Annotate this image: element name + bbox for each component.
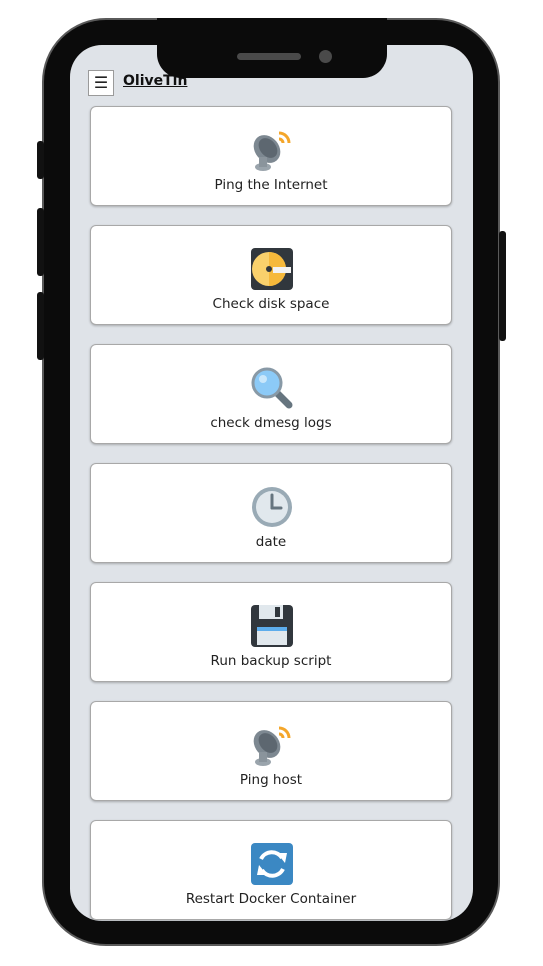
- action-button-restart-docker-container[interactable]: Restart Docker Container: [90, 820, 452, 920]
- satellite-dish-icon: [253, 726, 291, 766]
- action-label: Restart Docker Container: [185, 891, 357, 907]
- action-label: check dmesg logs: [210, 415, 332, 431]
- action-button-date[interactable]: date: [90, 463, 452, 563]
- magnifier-icon: [251, 367, 293, 409]
- screen: ☰ OliveTin Ping the Internet Check disk …: [70, 45, 473, 921]
- phone-side-button: [37, 141, 44, 179]
- phone-notch: [157, 18, 387, 78]
- phone-volume-up-button: [37, 208, 44, 276]
- restart-arrows-icon: [251, 843, 293, 885]
- clock-icon: [252, 487, 292, 527]
- front-camera: [319, 50, 332, 63]
- action-label: Check disk space: [212, 296, 330, 312]
- floppy-disk-icon: [251, 605, 293, 647]
- action-button-ping-host[interactable]: Ping host: [90, 701, 452, 801]
- hamburger-menu-button[interactable]: ☰: [88, 70, 114, 96]
- action-button-run-backup-script[interactable]: Run backup script: [90, 582, 452, 682]
- action-label: Run backup script: [210, 653, 332, 669]
- phone-volume-down-button: [37, 292, 44, 360]
- speaker-grille: [237, 53, 301, 60]
- action-button-ping-the-internet[interactable]: Ping the Internet: [90, 106, 452, 206]
- disk-icon: [251, 248, 293, 290]
- action-button-check-disk-space[interactable]: Check disk space: [90, 225, 452, 325]
- action-button-check-dmesg-logs[interactable]: check dmesg logs: [90, 344, 452, 444]
- action-label: date: [255, 534, 287, 550]
- action-label: Ping host: [239, 772, 303, 788]
- phone-power-button: [499, 231, 506, 341]
- satellite-dish-icon: [253, 131, 291, 171]
- action-label: Ping the Internet: [214, 177, 328, 193]
